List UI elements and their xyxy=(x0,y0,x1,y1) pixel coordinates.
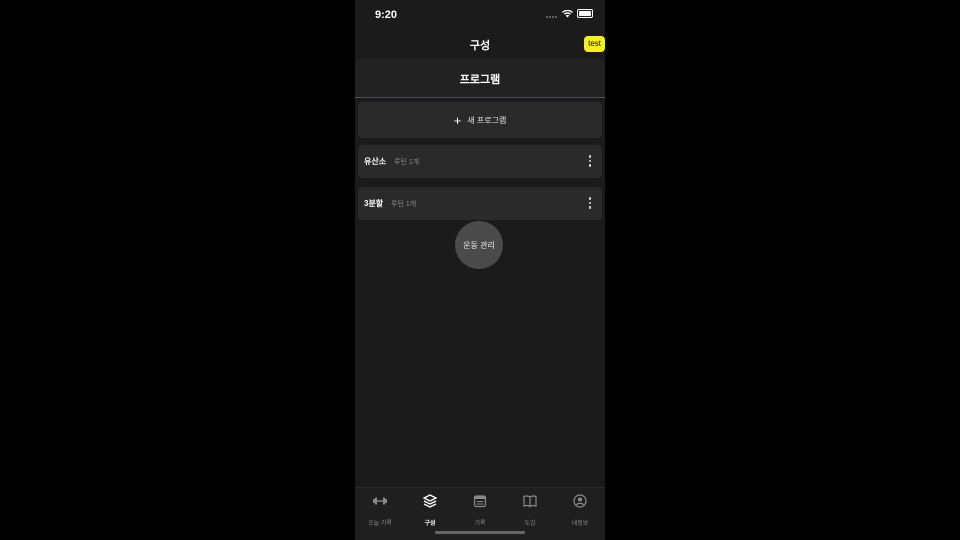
tab-today-log[interactable]: 오늘 기록 xyxy=(355,494,405,527)
more-vertical-icon[interactable] xyxy=(588,197,592,210)
program-name: 유산소 xyxy=(364,157,387,166)
tab-label: 내정보 xyxy=(571,521,589,527)
program-subtitle: 루틴 1개 xyxy=(394,159,420,166)
section-header: 프로그램 xyxy=(355,59,605,98)
page-title: 구성 xyxy=(469,40,491,52)
dumbbell-icon xyxy=(373,497,387,505)
new-program-button[interactable]: + 새 프로그램 xyxy=(358,102,602,138)
program-name: 3분할 xyxy=(364,199,384,208)
tab-label: 기록 xyxy=(474,521,486,527)
status-icons xyxy=(546,9,593,18)
exercise-manage-button[interactable]: 운동 관리 xyxy=(455,221,503,269)
status-time: 9:20 xyxy=(375,9,398,21)
tab-label: 구성 xyxy=(424,521,436,527)
section-title: 프로그램 xyxy=(459,74,501,86)
calendar-icon xyxy=(473,495,487,508)
app-screen: 9:20 구성 test 프로그램 + 새 프로그램 유산소 루틴 1개 3분할… xyxy=(355,0,605,540)
tab-encyclopedia[interactable]: 도감 xyxy=(505,494,555,527)
user-icon xyxy=(573,494,587,508)
nav-bar: 구성 test xyxy=(355,30,605,58)
wifi-icon xyxy=(562,9,573,17)
new-program-label: 새 프로그램 xyxy=(467,115,507,125)
layers-icon xyxy=(422,494,438,508)
tab-my-info[interactable]: 내정보 xyxy=(555,494,605,527)
tab-composition[interactable]: 구성 xyxy=(405,494,455,527)
signal-icon xyxy=(546,10,558,18)
program-card[interactable]: 유산소 루틴 1개 xyxy=(358,145,602,178)
plus-icon: + xyxy=(453,112,462,128)
test-button[interactable]: test xyxy=(584,36,605,52)
program-subtitle: 루틴 1개 xyxy=(391,201,417,208)
tab-label: 도감 xyxy=(524,521,536,527)
book-icon xyxy=(523,495,537,508)
more-vertical-icon[interactable] xyxy=(588,155,592,168)
status-bar: 9:20 xyxy=(355,0,605,30)
tab-label: 오늘 기록 xyxy=(368,521,392,527)
tab-history[interactable]: 기록 xyxy=(455,494,505,527)
program-card[interactable]: 3분할 루틴 1개 xyxy=(358,187,602,220)
home-indicator xyxy=(435,531,525,534)
battery-icon xyxy=(577,9,593,18)
